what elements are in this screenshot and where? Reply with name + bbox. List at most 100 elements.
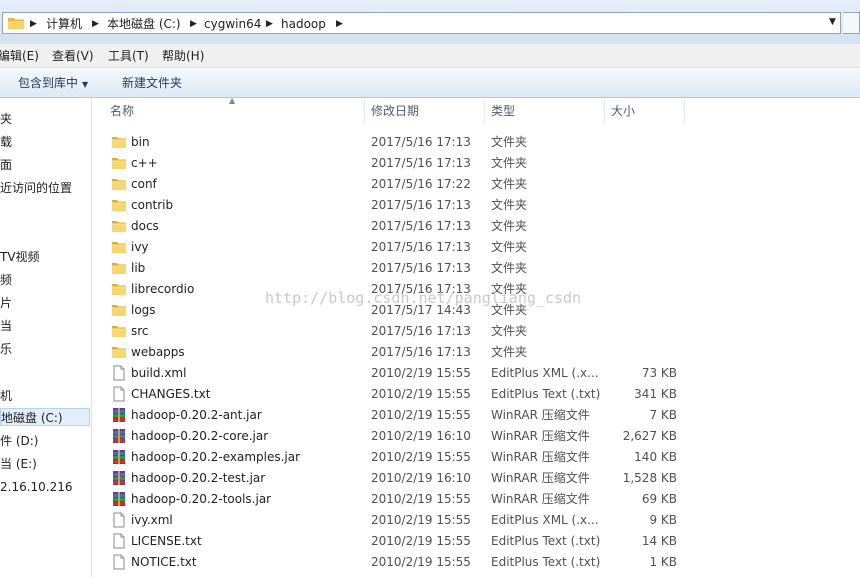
nav-item-recent-places[interactable]: 近访问的位置 [0,179,72,197]
file-row[interactable]: src 2017/5/16 17:13 文件夹 [93,321,860,342]
nav-item-documents[interactable]: 当 [0,317,12,335]
file-row[interactable]: hadoop-0.20.2-test.jar 2010/2/19 16:10 Win… [93,468,860,489]
column-divider[interactable] [684,100,685,124]
file-date: 2010/2/19 15:55 [371,450,471,464]
nav-item-tv-video[interactable]: TV视频 [0,248,40,266]
nav-item-videos[interactable]: 频 [0,271,12,289]
file-size: 73 KB [641,366,677,380]
column-header-date[interactable]: 修改日期 [371,98,419,124]
address-field[interactable]: ▶ 计算机 ▶ 本地磁盘 (C:) ▶ cygwin64 ▶ hadoop ▶ … [2,12,841,34]
file-date: 2017/5/16 17:13 [371,345,471,359]
folder-icon [111,155,127,171]
file-row[interactable]: logs 2017/5/17 14:43 文件夹 [93,300,860,321]
menu-view[interactable]: 查看(V) [52,48,94,64]
breadcrumb-hadoop[interactable]: hadoop [281,16,326,32]
file-row[interactable]: conf 2017/5/16 17:22 文件夹 [93,174,860,195]
column-header-name[interactable]: 名称 [110,98,134,124]
navigation-pane: 夹 载 面 近访问的位置 TV视频 频 片 当 乐 机 地磁盘 (C:) 件 (… [0,98,92,577]
chevron-down-icon: ▼ [82,80,89,89]
menu-edit[interactable]: 编辑(E) [0,48,39,64]
document-icon [111,386,127,402]
file-type: 文件夹 [491,240,528,254]
folder-icon [111,323,127,339]
document-icon [111,533,127,549]
file-row[interactable]: librecordio 2017/5/16 17:13 文件夹 [93,279,860,300]
file-date: 2017/5/16 17:13 [371,282,471,296]
chevron-right-icon[interactable]: ▶ [92,16,99,32]
file-row[interactable]: bin 2017/5/16 17:13 文件夹 [93,132,860,153]
breadcrumb-computer[interactable]: 计算机 [46,16,82,32]
file-row[interactable]: LICENSE.txt 2010/2/19 15:55 EditPlus Text … [93,531,860,552]
file-type: 文件夹 [491,282,528,296]
file-row[interactable]: NOTICE.txt 2010/2/19 15:55 EditPlus Text (… [93,552,860,573]
menu-tools[interactable]: 工具(T) [108,48,149,64]
file-row[interactable]: c++ 2017/5/16 17:13 文件夹 [93,153,860,174]
file-row[interactable]: hadoop-0.20.2-tools.jar 2010/2/19 15:55 Wi… [93,489,860,510]
column-divider[interactable] [604,100,605,124]
file-row[interactable]: docs 2017/5/16 17:13 文件夹 [93,216,860,237]
file-date: 2010/2/19 16:10 [371,471,471,485]
chevron-right-icon[interactable]: ▶ [30,16,37,32]
file-size: 1 KB [649,555,677,569]
file-date: 2010/2/19 15:55 [371,366,471,380]
column-header-size[interactable]: 大小 [611,98,635,124]
chevron-right-icon[interactable]: ▶ [190,16,197,32]
file-row[interactable]: webapps 2017/5/16 17:13 文件夹 [93,342,860,363]
file-row[interactable]: contrib 2017/5/16 17:13 文件夹 [93,195,860,216]
file-name: logs [131,303,156,317]
breadcrumb-cygwin64[interactable]: cygwin64 [204,16,261,32]
include-in-library-button[interactable]: 包含到库中 ▼ [18,75,88,91]
nav-item-music[interactable]: 乐 [0,340,12,358]
nav-item-desktop[interactable]: 面 [0,156,12,174]
folder-icon [111,176,127,192]
file-type: 文件夹 [491,219,528,233]
file-row[interactable]: build.xml 2010/2/19 15:55 EditPlus XML (.x… [93,363,860,384]
column-header-type[interactable]: 类型 [491,98,515,124]
file-date: 2010/2/19 15:55 [371,513,471,527]
file-name: src [131,324,149,338]
file-name: ivy.xml [131,513,173,527]
file-name: hadoop-0.20.2-examples.jar [131,450,301,464]
nav-item-disk-e[interactable]: 当 (E:) [0,455,37,473]
file-row[interactable]: hadoop-0.20.2-core.jar 2010/2/19 16:10 Win… [93,426,860,447]
folder-icon [111,218,127,234]
nav-item-pictures[interactable]: 片 [0,294,12,312]
chevron-down-icon[interactable]: ▼ [829,17,836,27]
address-side-button[interactable] [843,12,860,34]
document-icon [111,512,127,528]
file-row[interactable]: CHANGES.txt 2010/2/19 15:55 EditPlus Text … [93,384,860,405]
file-type: 文件夹 [491,198,528,212]
nav-item-favorites[interactable]: 夹 [0,110,12,128]
file-size: 14 KB [641,534,677,548]
file-row[interactable]: ivy.xml 2010/2/19 15:55 EditPlus XML (.x..… [93,510,860,531]
new-folder-button[interactable]: 新建文件夹 [122,75,182,91]
menu-help[interactable]: 帮助(H) [162,48,204,64]
archive-icon [111,428,127,444]
file-row[interactable]: hadoop-0.20.2-ant.jar 2010/2/19 15:55 WinR… [93,405,860,426]
file-name: build.xml [131,366,187,380]
file-name: hadoop-0.20.2-test.jar [131,471,266,485]
nav-item-computer[interactable]: 机 [0,387,12,405]
nav-item-network-host[interactable]: 2.16.10.216 [0,478,73,496]
nav-item-downloads[interactable]: 载 [0,133,12,151]
nav-item-local-disk-c[interactable]: 地磁盘 (C:) [0,408,90,426]
file-size: 69 KB [641,492,677,506]
column-divider[interactable] [364,100,365,124]
file-date: 2010/2/19 15:55 [371,408,471,422]
document-icon [111,554,127,570]
folder-icon [8,18,24,29]
file-type: 文件夹 [491,156,528,170]
file-name: docs [131,219,159,233]
file-row[interactable]: hadoop-0.20.2-examples.jar 2010/2/19 15:5… [93,447,860,468]
folder-icon [111,134,127,150]
column-divider[interactable] [484,100,485,124]
chevron-right-icon[interactable]: ▶ [336,16,343,32]
file-row[interactable]: ivy 2017/5/16 17:13 文件夹 [93,237,860,258]
archive-icon [111,407,127,423]
archive-icon [111,491,127,507]
file-name: hadoop-0.20.2-core.jar [131,429,269,443]
chevron-right-icon[interactable]: ▶ [266,16,273,32]
file-row[interactable]: lib 2017/5/16 17:13 文件夹 [93,258,860,279]
nav-item-disk-d[interactable]: 件 (D:) [0,432,38,450]
breadcrumb-local-disk[interactable]: 本地磁盘 (C:) [107,16,181,32]
